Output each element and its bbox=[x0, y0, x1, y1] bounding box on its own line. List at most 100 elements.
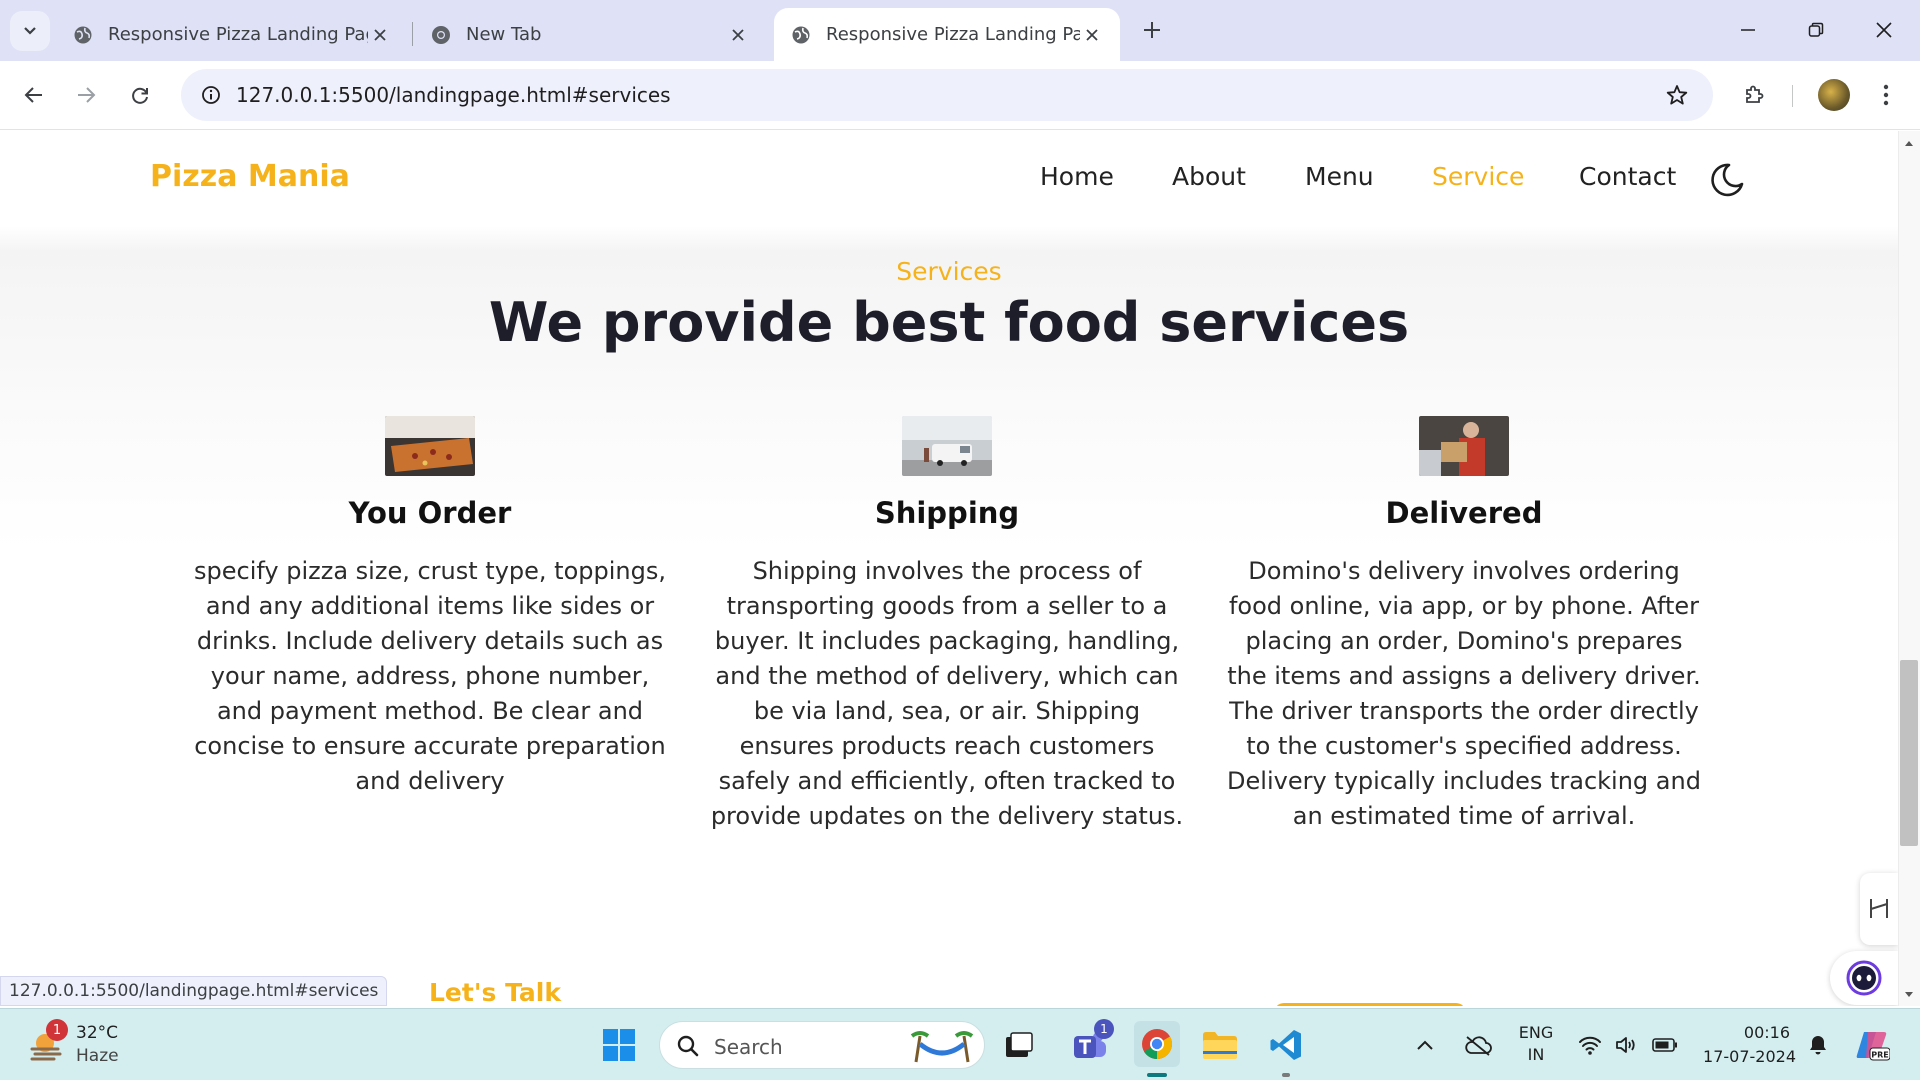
nav-about[interactable]: About bbox=[1172, 162, 1246, 191]
site-logo[interactable]: Pizza Mania bbox=[150, 159, 350, 194]
vscode-running-indicator bbox=[1282, 1073, 1290, 1077]
close-icon[interactable] bbox=[726, 23, 750, 47]
page-scrollbar[interactable] bbox=[1898, 131, 1920, 1006]
taskbar-search[interactable]: Search bbox=[659, 1021, 985, 1069]
search-placeholder: Search bbox=[714, 1035, 783, 1059]
weather-description[interactable]: Haze bbox=[76, 1046, 119, 1066]
services-eyebrow: Services bbox=[896, 257, 1002, 286]
file-explorer-app[interactable] bbox=[1200, 1025, 1240, 1065]
show-hidden-icons-button[interactable] bbox=[1410, 1025, 1440, 1065]
clock-time[interactable]: 00:16 bbox=[1690, 1023, 1790, 1042]
start-button[interactable] bbox=[599, 1025, 639, 1065]
nav-home[interactable]: Home bbox=[1040, 162, 1114, 191]
address-bar[interactable]: 127.0.0.1:5500/landingpage.html#services bbox=[181, 69, 1713, 121]
wifi-status[interactable] bbox=[1572, 1025, 1608, 1065]
link-status-bar: 127.0.0.1:5500/landingpage.html#services bbox=[0, 976, 388, 1006]
chevron-down-icon bbox=[24, 27, 36, 35]
windows-logo-icon bbox=[603, 1029, 635, 1061]
service-card-title: You Order bbox=[348, 496, 512, 530]
tab-2[interactable]: New Tab bbox=[414, 8, 766, 61]
bell-icon bbox=[1810, 1036, 1826, 1055]
battery-status[interactable] bbox=[1648, 1025, 1682, 1065]
service-card-text: specify pizza size, crust type, toppings… bbox=[194, 557, 666, 795]
tab-1[interactable]: Responsive Pizza Landing Page bbox=[56, 8, 408, 61]
search-icon bbox=[677, 1035, 699, 1057]
bookmark-star-icon[interactable] bbox=[1659, 77, 1695, 113]
weather-temperature[interactable]: 32°C bbox=[76, 1023, 118, 1043]
close-window-button[interactable] bbox=[1866, 12, 1902, 48]
copilot-button[interactable]: PRE bbox=[1852, 1025, 1892, 1065]
scroll-up-arrow-icon[interactable] bbox=[1902, 136, 1916, 150]
dark-mode-toggle[interactable] bbox=[1708, 161, 1746, 199]
restore-button[interactable] bbox=[1798, 12, 1834, 48]
teams-notification-badge: 1 bbox=[1094, 1019, 1114, 1039]
side-widget-tab[interactable] bbox=[1860, 873, 1898, 945]
cta-button[interactable] bbox=[1274, 1003, 1466, 1006]
copilot-icon: PRE bbox=[1856, 1032, 1890, 1061]
nav-contact[interactable]: Contact bbox=[1579, 162, 1676, 191]
service-card-order: You Order specify pizza size, crust type… bbox=[185, 416, 675, 799]
vscode-app[interactable] bbox=[1266, 1025, 1306, 1065]
chrome-app-active[interactable] bbox=[1134, 1021, 1180, 1067]
onedrive-button[interactable] bbox=[1458, 1025, 1498, 1065]
extensions-button[interactable] bbox=[1734, 75, 1774, 115]
kebab-menu-icon bbox=[1883, 84, 1889, 106]
folder-icon bbox=[1203, 1032, 1237, 1059]
arrow-right-icon bbox=[78, 87, 96, 103]
task-view-icon bbox=[1006, 1032, 1033, 1057]
close-icon bbox=[1876, 22, 1892, 38]
tab-title: Responsive Pizza Landing Page bbox=[108, 24, 368, 45]
arrow-left-icon bbox=[24, 87, 42, 103]
assistant-bubble[interactable] bbox=[1830, 951, 1898, 1005]
service-card-text: Domino's delivery involves ordering food… bbox=[1227, 557, 1701, 830]
restore-icon bbox=[1808, 22, 1824, 37]
new-tab-button[interactable] bbox=[1136, 14, 1168, 46]
wifi-icon bbox=[1579, 1036, 1601, 1055]
puzzle-icon bbox=[1746, 85, 1764, 103]
scrollbar-thumb[interactable] bbox=[1900, 660, 1918, 846]
toolbar-divider bbox=[1792, 85, 1793, 107]
close-icon[interactable] bbox=[1080, 23, 1104, 47]
close-icon[interactable] bbox=[368, 23, 392, 47]
browser-menu-button[interactable] bbox=[1866, 75, 1906, 115]
clock-date[interactable]: 17-07-2024 bbox=[1690, 1047, 1796, 1066]
scroll-down-arrow-icon[interactable] bbox=[1902, 988, 1916, 1002]
moon-icon bbox=[1711, 163, 1744, 197]
chrome-icon bbox=[430, 24, 452, 46]
lets-talk-heading: Let's Talk bbox=[429, 978, 561, 1006]
forward-button[interactable] bbox=[66, 75, 106, 115]
reload-icon bbox=[132, 87, 148, 104]
url-text[interactable]: 127.0.0.1:5500/landingpage.html#services bbox=[236, 83, 671, 107]
task-view-button[interactable] bbox=[999, 1025, 1039, 1065]
service-card-shipping: Shipping Shipping involves the process o… bbox=[702, 416, 1192, 834]
svg-text:PRE: PRE bbox=[1871, 1051, 1889, 1060]
battery-icon bbox=[1652, 1038, 1677, 1052]
notifications-button[interactable] bbox=[1800, 1025, 1836, 1065]
tab-search-button[interactable] bbox=[10, 11, 50, 51]
language-indicator[interactable]: ENG bbox=[1514, 1023, 1558, 1042]
windows-taskbar: 1 32°C Haze Search 1 ENG IN 00:16 17-07-… bbox=[0, 1008, 1920, 1080]
hammock-illustration-icon bbox=[910, 1031, 974, 1063]
nav-service[interactable]: Service bbox=[1432, 162, 1524, 191]
service-card-text: Shipping involves the process of transpo… bbox=[710, 557, 1184, 830]
nav-menu[interactable]: Menu bbox=[1305, 162, 1374, 191]
service-card-delivered: Delivered Domino's delivery involves ord… bbox=[1219, 416, 1709, 834]
services-title: We provide best food services bbox=[488, 291, 1410, 354]
back-button[interactable] bbox=[14, 75, 54, 115]
speaker-icon bbox=[1616, 1037, 1635, 1053]
teams-app[interactable]: 1 bbox=[1070, 1019, 1114, 1065]
tab-3-active[interactable]: Responsive Pizza Landing Page bbox=[774, 8, 1120, 61]
volume-status[interactable] bbox=[1610, 1025, 1644, 1065]
minimize-button[interactable] bbox=[1730, 12, 1766, 48]
grammar-tool-icon bbox=[1870, 899, 1888, 918]
profile-avatar[interactable] bbox=[1818, 79, 1850, 111]
reload-button[interactable] bbox=[120, 75, 160, 115]
courier-image bbox=[1419, 416, 1509, 476]
browser-toolbar: 127.0.0.1:5500/landingpage.html#services bbox=[0, 61, 1920, 130]
tab-title: Responsive Pizza Landing Page bbox=[826, 24, 1080, 45]
service-card-title: Shipping bbox=[874, 496, 1020, 530]
delivery-van-image bbox=[902, 416, 992, 476]
assistant-face-icon bbox=[1846, 960, 1882, 996]
region-indicator[interactable]: IN bbox=[1514, 1045, 1558, 1064]
site-info-icon[interactable] bbox=[193, 77, 229, 113]
